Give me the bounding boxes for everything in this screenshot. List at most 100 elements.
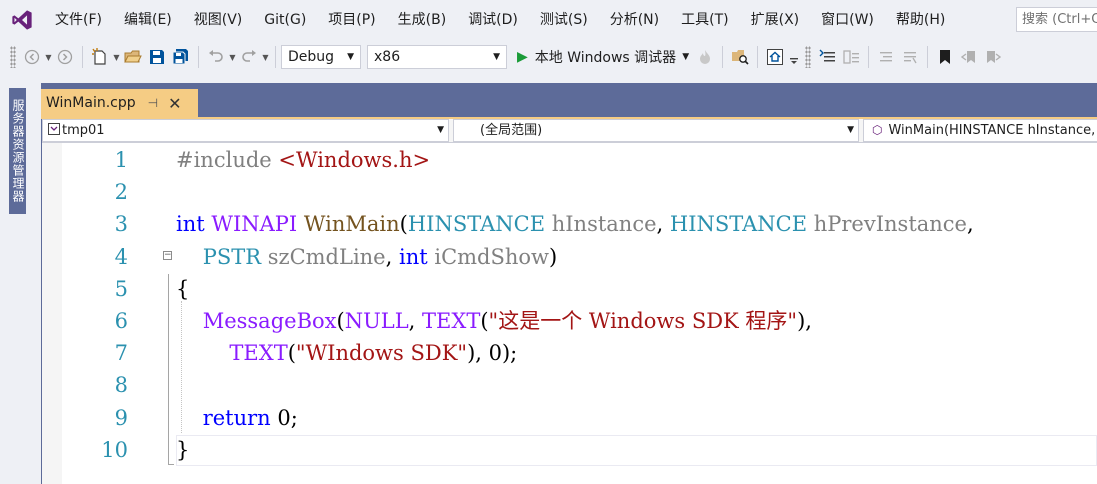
chevron-down-icon[interactable]: ▼ (44, 45, 53, 69)
code-line[interactable]: 9 return 0; (42, 402, 1097, 434)
visual-studio-logo-icon[interactable] (0, 0, 44, 40)
server-explorer-tab[interactable]: 服务器资源管理器 (9, 88, 26, 214)
menu-item-window[interactable]: 窗口(W) (810, 0, 885, 40)
code-line[interactable]: 2 (42, 176, 1097, 208)
menu-item-tools[interactable]: 工具(T) (670, 0, 739, 40)
pin-icon[interactable]: ⊣ (148, 96, 158, 110)
chevron-down-icon[interactable]: ▼ (228, 45, 237, 69)
menu-bar: 文件(F) 编辑(E) 视图(V) Git(G) 项目(P) 生成(B) 调试(… (0, 0, 1097, 40)
project-dropdown[interactable]: tmp01 ▼ (42, 119, 449, 142)
save-all-icon[interactable] (170, 45, 192, 69)
chevron-down-icon[interactable]: ▼ (261, 45, 270, 69)
menu-item-file[interactable]: 文件(F) (44, 0, 113, 40)
menu-item-analyze[interactable]: 分析(N) (599, 0, 670, 40)
open-folder-icon[interactable] (122, 45, 144, 69)
find-in-files-icon[interactable] (729, 45, 751, 69)
line-number: 9 (114, 406, 128, 430)
chevron-down-icon: ▼ (682, 52, 690, 62)
menu-item-help[interactable]: 帮助(H) (885, 0, 956, 40)
solution-platform-dropdown[interactable]: x86 ▼ (367, 45, 507, 69)
code-token: NULL (344, 309, 409, 333)
code-line[interactable]: 3 int WINAPI WinMain(HINSTANCE hInstance,… (42, 208, 1097, 240)
code-token: HINSTANCE (669, 212, 808, 236)
navigation-bar: tmp01 ▼ (全局范围) ▼ ⬡ WinMain(HINSTANCE hIns… (42, 119, 1097, 143)
toolbar-grip[interactable] (805, 46, 812, 68)
code-token: ), 0); (467, 341, 518, 365)
menu-item-debug[interactable]: 调试(D) (457, 0, 529, 40)
next-bookmark-icon[interactable] (982, 45, 1004, 69)
code-token: , (385, 245, 399, 269)
close-icon[interactable]: ✕ (168, 94, 181, 113)
previous-bookmark-icon[interactable] (958, 45, 980, 69)
document-tab-label: WinMain.cpp (46, 95, 136, 111)
home-icon[interactable] (764, 45, 786, 69)
standard-toolbar: ▼ ▼ ▼ ▼ Debug ▼ x86 ▼ ▶ 本地 Windows 调试器 ▼ (0, 40, 1097, 74)
code-token: TEXT (422, 309, 481, 333)
code-text: PSTR szCmdLine, int iCmdShow) (176, 241, 558, 273)
menu-item-project[interactable]: 项目(P) (317, 0, 386, 40)
code-token: "这是一个 Windows SDK 程序" (488, 309, 798, 333)
code-line[interactable]: 6 MessageBox(NULL, TEXT("这是一个 Windows SD… (42, 305, 1097, 337)
code-line[interactable]: 8 (42, 369, 1097, 401)
scope-dropdown[interactable]: (全局范围) ▼ (453, 119, 859, 142)
document-tab-winmain[interactable]: WinMain.cpp ⊣ ✕ (41, 89, 198, 117)
uncomment-lines-icon[interactable] (899, 45, 921, 69)
menu-item-edit[interactable]: 编辑(E) (113, 0, 183, 40)
undo-icon[interactable] (205, 45, 227, 69)
code-line[interactable]: 4 − PSTR szCmdLine, int iCmdShow) (42, 241, 1097, 273)
chevron-down-icon[interactable]: ▼ (112, 45, 121, 69)
code-token: ) (549, 245, 558, 269)
start-debugging-button[interactable]: ▶ 本地 Windows 调试器 ▼ (513, 45, 693, 69)
collapse-icon[interactable]: − (163, 251, 172, 260)
step-over-icon[interactable] (816, 45, 838, 69)
toolbar-grip[interactable] (10, 46, 16, 68)
code-line[interactable]: 1 #include <Windows.h> (42, 144, 1097, 176)
navigate-forward-icon[interactable] (54, 45, 76, 69)
code-text: { (176, 273, 189, 305)
toolbar-separator (868, 46, 870, 68)
code-text: #include <Windows.h> (176, 144, 430, 176)
code-token: ), (797, 309, 812, 333)
code-token: int (398, 245, 428, 269)
toolbar-separator (82, 46, 83, 68)
menu-item-view[interactable]: 视图(V) (183, 0, 254, 40)
new-project-icon[interactable] (89, 45, 111, 69)
code-line[interactable]: 5{ (42, 273, 1097, 305)
menu-item-git[interactable]: Git(G) (253, 0, 317, 40)
chevron-down-icon: ▼ (847, 125, 854, 135)
code-token: 0; (270, 406, 298, 430)
toolbar-separator (757, 46, 759, 68)
menu-item-build[interactable]: 生成(B) (387, 0, 458, 40)
toolbar-overflow-icon[interactable] (788, 45, 800, 69)
scope-name: (全局范围) (480, 123, 543, 138)
navigate-back-icon[interactable] (21, 45, 43, 69)
line-number: 8 (114, 373, 128, 397)
line-number: 4 (114, 245, 128, 269)
save-icon[interactable] (146, 45, 168, 69)
member-dropdown[interactable]: ⬡ WinMain(HINSTANCE hInstance, HINSTANCE … (863, 119, 1097, 142)
code-token: MessageBox (202, 309, 337, 333)
code-editor[interactable]: 1 #include <Windows.h> 2 3 int WINAPI WinMai… (42, 143, 1097, 484)
step-out-icon[interactable] (840, 45, 862, 69)
code-text: return 0; (176, 402, 298, 434)
line-number: 10 (101, 438, 128, 462)
code-token: hPrevInstance (813, 212, 967, 236)
hot-reload-icon[interactable] (694, 45, 716, 69)
search-input[interactable]: 搜索 (Ctrl+Q) (1016, 7, 1097, 32)
code-token: szCmdLine (267, 245, 386, 269)
code-token: WINAPI (211, 212, 298, 236)
code-line[interactable]: 7 TEXT("WIndows SDK"), 0); (42, 337, 1097, 369)
code-token: return (202, 406, 271, 430)
menu-item-test[interactable]: 测试(S) (529, 0, 599, 40)
code-text: TEXT("WIndows SDK"), 0); (176, 337, 517, 369)
comment-lines-icon[interactable] (875, 45, 897, 69)
code-line[interactable]: 10} (42, 434, 1097, 466)
solution-configuration-dropdown[interactable]: Debug ▼ (281, 45, 361, 69)
bookmark-icon[interactable] (934, 45, 956, 69)
redo-icon[interactable] (238, 45, 260, 69)
menu-item-extensions[interactable]: 扩展(X) (740, 0, 811, 40)
